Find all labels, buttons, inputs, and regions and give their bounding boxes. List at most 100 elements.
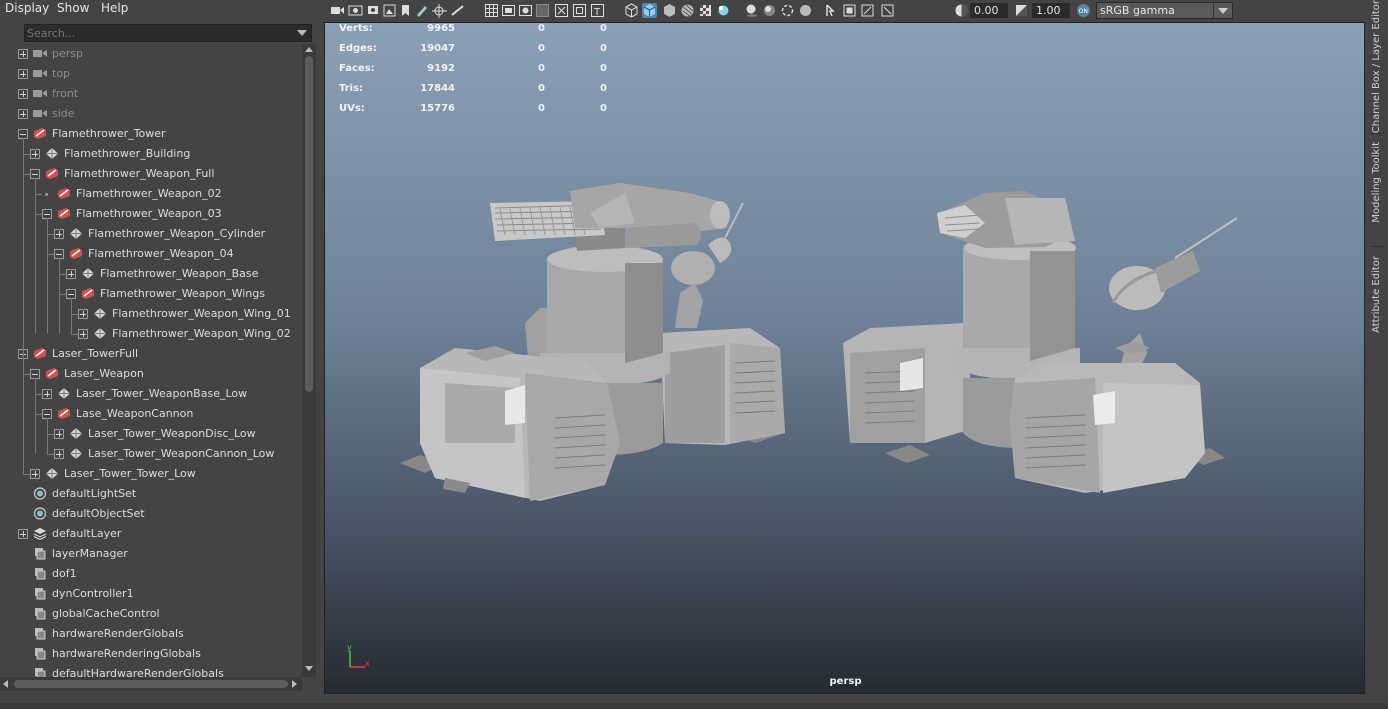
expand-icon[interactable] [78, 309, 88, 319]
outliner-vertical-scrollbar[interactable] [302, 44, 316, 677]
tab-channel-box-layer-editor[interactable]: Channel Box / Layer Editor [1369, 0, 1387, 133]
expand-icon[interactable] [54, 449, 64, 459]
search-input[interactable] [27, 26, 289, 40]
menu-help[interactable]: Help [101, 1, 128, 15]
outliner-item[interactable]: Laser_Weapon [0, 364, 302, 384]
expand-icon[interactable] [66, 269, 76, 279]
outliner-item[interactable]: Lase_WeaponCannon [0, 404, 302, 424]
safe-action-icon[interactable] [572, 3, 587, 18]
isolate-select-icon[interactable] [824, 3, 839, 18]
outliner-item[interactable]: layerManager [0, 544, 302, 564]
outliner-item[interactable]: Laser_Tower_WeaponCannon_Low [0, 444, 302, 464]
outliner-search-field[interactable] [24, 24, 312, 42]
outliner-item[interactable]: Laser_TowerFull [0, 344, 302, 364]
checker-icon[interactable] [698, 3, 713, 18]
bookmarks-icon[interactable] [366, 3, 381, 18]
expand-icon[interactable] [18, 69, 28, 79]
tab-attribute-editor[interactable]: Attribute Editor [1369, 256, 1387, 348]
scroll-up-icon[interactable] [305, 47, 313, 52]
scrollbar-thumb-horizontal[interactable] [14, 680, 288, 688]
x-ray-joints-icon[interactable] [860, 3, 875, 18]
expand-icon[interactable] [30, 149, 40, 159]
resolution-gate-icon[interactable] [518, 3, 533, 18]
outliner-item[interactable]: top [0, 64, 302, 84]
select-camera-icon[interactable] [330, 3, 345, 18]
safe-title-icon[interactable]: T [590, 3, 605, 18]
wireframe-icon[interactable] [624, 3, 639, 18]
ambient-occlusion-icon[interactable] [762, 3, 777, 18]
outliner-item[interactable]: side [0, 104, 302, 124]
outliner-item[interactable]: Flamethrower_Weapon_Wing_01 [0, 304, 302, 324]
outliner-item[interactable]: Flamethrower_Weapon_Cylinder [0, 224, 302, 244]
outliner-item[interactable]: Flamethrower_Building [0, 144, 302, 164]
exposure-field[interactable]: 0.00 [970, 3, 1008, 18]
grid-icon[interactable] [484, 3, 499, 18]
menu-display[interactable]: Display [5, 1, 49, 15]
view-transform-icon[interactable]: ON [1076, 3, 1091, 18]
outliner-item[interactable]: hardwareRenderingGlobals [0, 644, 302, 664]
x-ray-icon[interactable] [842, 3, 857, 18]
outliner-item[interactable]: persp [0, 44, 302, 64]
gamma-icon[interactable] [1014, 3, 1029, 18]
outliner-item[interactable]: front [0, 84, 302, 104]
expand-icon[interactable] [78, 329, 88, 339]
scrollbar-thumb[interactable] [305, 56, 313, 392]
use-all-lights-icon[interactable] [716, 3, 731, 18]
outliner-horizontal-scrollbar[interactable] [0, 677, 302, 691]
scroll-down-icon[interactable] [305, 666, 313, 671]
smooth-shade-icon[interactable] [642, 3, 657, 18]
x-ray-active-icon[interactable] [880, 3, 895, 18]
expand-icon[interactable] [54, 229, 64, 239]
outliner-item[interactable]: Flamethrower_Weapon_03 [0, 204, 302, 224]
color-space-dropdown[interactable]: sRGB gamma [1096, 2, 1233, 19]
outliner-item[interactable]: defaultHardwareRenderGlobals [0, 664, 302, 677]
anti-aliasing-icon[interactable] [798, 3, 813, 18]
expand-icon[interactable] [18, 109, 28, 119]
grid-toggle-icon[interactable] [450, 3, 465, 18]
shadows-icon[interactable] [744, 3, 759, 18]
expand-icon[interactable] [18, 89, 28, 99]
exposure-icon[interactable] [954, 3, 969, 18]
expand-icon[interactable] [18, 49, 28, 59]
outliner-item[interactable]: dynController1 [0, 584, 302, 604]
scroll-left-icon[interactable] [3, 680, 8, 688]
expand-icon[interactable] [42, 389, 52, 399]
outliner-item[interactable]: Laser_Tower_WeaponDisc_Low [0, 424, 302, 444]
scene-models[interactable] [325, 23, 1365, 694]
3d-viewport[interactable]: Verts: 9965 0 0 Edges: 19047 0 0 Faces: 9192 0 0 Tri… [324, 22, 1365, 694]
outliner-item[interactable]: Flamethrower_Weapon_Full [0, 164, 302, 184]
field-chart-icon[interactable] [554, 3, 569, 18]
2d-pan-zoom-icon[interactable] [432, 3, 447, 18]
outliner-item[interactable]: Flamethrower_Weapon_Wings [0, 284, 302, 304]
outliner-item[interactable]: dof1 [0, 564, 302, 584]
grease-pencil-icon[interactable] [414, 3, 429, 18]
outliner-item[interactable]: defaultLightSet [0, 484, 302, 504]
search-options-dropdown-icon[interactable] [297, 30, 307, 36]
outliner-item[interactable]: Flamethrower_Weapon_04 [0, 244, 302, 264]
wireframe-on-shaded-icon[interactable] [662, 3, 677, 18]
chevron-down-icon[interactable] [1213, 3, 1232, 18]
camera-attributes-icon[interactable] [348, 3, 363, 18]
expand-icon[interactable] [18, 529, 28, 539]
gamma-field[interactable]: 1.00 [1032, 3, 1070, 18]
outliner-item[interactable]: Flamethrower_Tower [0, 124, 302, 144]
outliner-item[interactable]: Flamethrower_Weapon_Wing_02 [0, 324, 302, 344]
image-plane-icon[interactable] [382, 3, 397, 18]
outliner-item[interactable]: Flamethrower_Weapon_02 [0, 184, 302, 204]
outliner-item[interactable]: Laser_Tower_Tower_Low [0, 464, 302, 484]
bookmark-icon[interactable] [398, 3, 413, 18]
film-gate-icon[interactable] [501, 3, 516, 18]
outliner-item[interactable]: Laser_Tower_WeaponBase_Low [0, 384, 302, 404]
outliner-item[interactable]: defaultLayer [0, 524, 302, 544]
outliner-item[interactable]: hardwareRenderGlobals [0, 624, 302, 644]
motion-blur-icon[interactable] [780, 3, 795, 18]
outliner-item[interactable]: globalCacheControl [0, 604, 302, 624]
outliner-item[interactable]: defaultObjectSet [0, 504, 302, 524]
expand-icon[interactable] [54, 429, 64, 439]
scroll-right-icon[interactable] [292, 680, 297, 688]
tab-modeling-toolkit[interactable]: Modeling Toolkit [1369, 142, 1387, 242]
gate-mask-icon[interactable] [535, 3, 550, 18]
textured-icon[interactable] [680, 3, 695, 18]
outliner-item[interactable]: Flamethrower_Weapon_Base [0, 264, 302, 284]
menu-show[interactable]: Show [57, 1, 89, 15]
